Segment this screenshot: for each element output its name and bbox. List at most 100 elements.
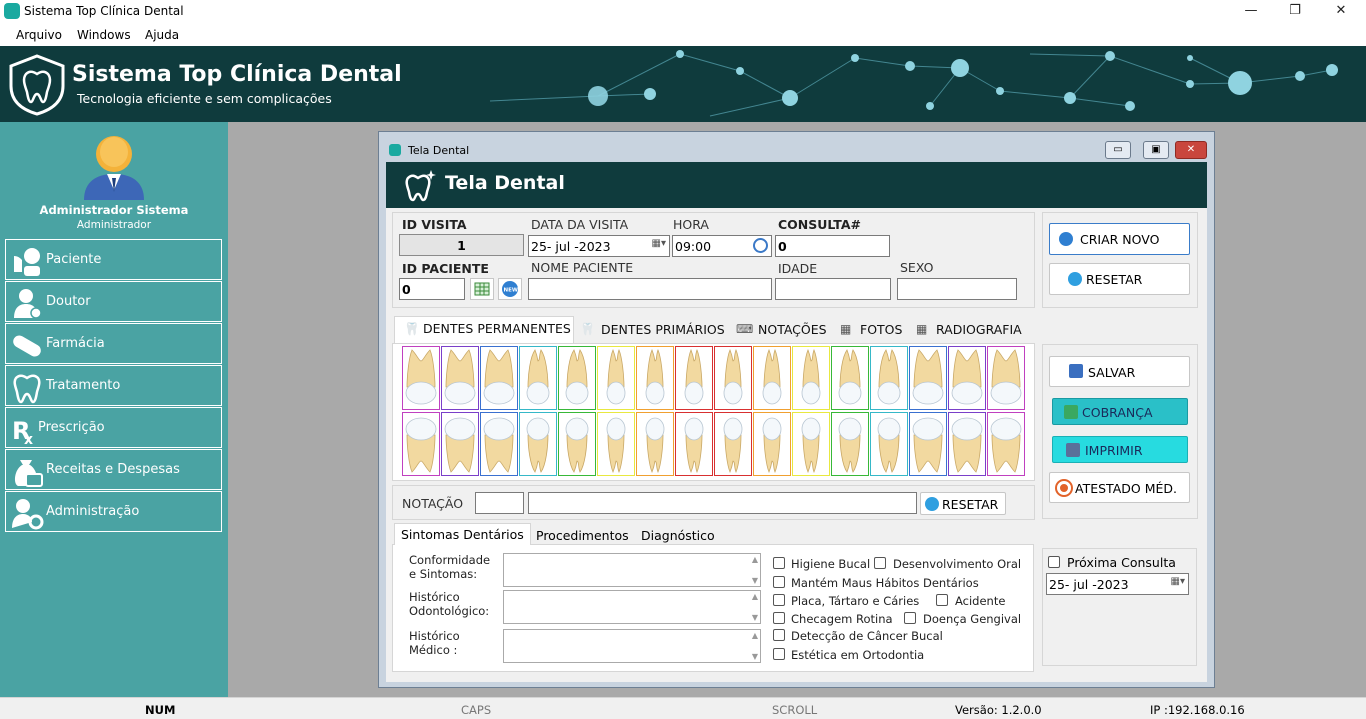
lower-tooth-cell[interactable] <box>519 412 557 476</box>
menu-windows[interactable]: Windows <box>77 28 131 42</box>
lower-tooth-cell[interactable] <box>480 412 518 476</box>
higiene-checkbox[interactable] <box>773 557 785 569</box>
idade-field[interactable] <box>775 278 891 300</box>
lower-tooth-cell[interactable] <box>831 412 869 476</box>
medico-textarea[interactable]: ▲ ▼ <box>503 629 761 663</box>
sidebar-item-prescricao[interactable]: Rx Prescrição <box>5 407 222 448</box>
sidebar-item-tratamento[interactable]: Tratamento <box>5 365 222 406</box>
close-button[interactable]: ✕ <box>1318 0 1364 22</box>
id-paciente-field[interactable]: 0 <box>399 278 465 300</box>
patient-search-button[interactable] <box>470 278 494 300</box>
desenvolvimento-checkbox[interactable] <box>874 557 886 569</box>
window-close-button[interactable]: ✕ <box>1175 141 1207 159</box>
upper-tooth-cell[interactable] <box>909 346 947 410</box>
lower-tooth-cell[interactable] <box>870 412 908 476</box>
acidente-checkbox[interactable] <box>936 594 948 606</box>
gengival-checkbox[interactable] <box>904 612 916 624</box>
lower-tooth-cell[interactable] <box>597 412 635 476</box>
sidebar-item-receitas[interactable]: Receitas e Despesas <box>5 449 222 490</box>
tab-dentes-primarios[interactable]: 🦷 DENTES PRIMÁRIOS <box>578 316 728 343</box>
tab-diagnostico[interactable]: Diagnóstico <box>641 528 715 543</box>
sidebar-item-administracao[interactable]: Administração <box>5 491 222 532</box>
upper-tooth-cell[interactable] <box>870 346 908 410</box>
tab-dentes-permanentes[interactable]: 🦷 DENTES PERMANENTES <box>394 316 574 343</box>
lower-tooth-cell[interactable] <box>948 412 986 476</box>
atestado-button[interactable]: ATESTADO MÉD. <box>1049 472 1190 503</box>
lower-tooth-cell[interactable] <box>753 412 791 476</box>
upper-tooth-cell[interactable] <box>753 346 791 410</box>
lower-tooth-cell[interactable] <box>558 412 596 476</box>
sidebar-item-farmacia[interactable]: Farmácia <box>5 323 222 364</box>
lower-tooth-cell[interactable] <box>714 412 752 476</box>
menu-ajuda[interactable]: Ajuda <box>145 28 179 42</box>
scroll-up-icon[interactable]: ▲ <box>752 555 758 564</box>
menu-arquivo[interactable]: Arquivo <box>16 28 62 42</box>
proxima-consulta-checkbox[interactable] <box>1048 556 1060 568</box>
tab-fotos[interactable]: ▦ FOTOS <box>838 316 908 343</box>
notacao-reset-button[interactable]: RESETAR <box>920 492 1006 515</box>
upper-tooth-cell[interactable] <box>675 346 713 410</box>
maus-habitos-checkbox[interactable] <box>773 576 785 588</box>
upper-tooth-cell[interactable] <box>597 346 635 410</box>
scroll-up-icon[interactable]: ▲ <box>752 631 758 640</box>
tab-notacoes[interactable]: ⌨ NOTAÇÕES <box>734 316 834 343</box>
conformidade-textarea[interactable]: ▲ ▼ <box>503 553 761 587</box>
history-label-3: Histórico Médico : <box>409 629 460 657</box>
placa-checkbox[interactable] <box>773 594 785 606</box>
tab-sintomas[interactable]: Sintomas Dentários <box>394 523 531 545</box>
checagem-checkbox[interactable] <box>773 612 785 624</box>
hora-picker[interactable]: 09:00 <box>672 235 772 257</box>
lower-tooth-cell[interactable] <box>792 412 830 476</box>
lower-tooth-cell[interactable] <box>441 412 479 476</box>
scroll-down-icon[interactable]: ▼ <box>752 576 758 585</box>
window-restore-button[interactable]: ▣ <box>1143 141 1169 159</box>
proxima-consulta-date-picker[interactable]: 25- jul -2023 ▦▾ <box>1046 573 1189 595</box>
sidebar-item-label: Prescrição <box>38 420 105 435</box>
sidebar-item-paciente[interactable]: Paciente <box>5 239 222 280</box>
lower-tooth-cell[interactable] <box>909 412 947 476</box>
upper-tooth-cell[interactable] <box>948 346 986 410</box>
resetar-button[interactable]: RESETAR <box>1049 263 1190 295</box>
imprimir-button[interactable]: IMPRIMIR <box>1052 436 1188 463</box>
sexo-field[interactable] <box>897 278 1017 300</box>
consulta-field[interactable]: 0 <box>775 235 890 257</box>
maximize-button[interactable]: ❐ <box>1272 0 1318 22</box>
odontologico-textarea[interactable]: ▲ ▼ <box>503 590 761 624</box>
minimize-button[interactable]: — <box>1228 0 1274 22</box>
upper-tooth-cell[interactable] <box>480 346 518 410</box>
calendar-dropdown-icon[interactable]: ▦▾ <box>652 238 666 249</box>
upper-tooth-cell[interactable] <box>402 346 440 410</box>
data-visita-picker[interactable]: 25- jul -2023 ▦▾ <box>528 235 670 257</box>
cobranca-button[interactable]: COBRANÇA <box>1052 398 1188 425</box>
sidebar-item-doutor[interactable]: Doutor <box>5 281 222 322</box>
nome-paciente-field[interactable] <box>528 278 772 300</box>
upper-tooth-cell[interactable] <box>441 346 479 410</box>
lower-tooth-icon <box>838 417 862 473</box>
lower-tooth-cell[interactable] <box>987 412 1025 476</box>
tab-procedimentos[interactable]: Procedimentos <box>536 528 629 543</box>
scroll-up-icon[interactable]: ▲ <box>752 592 758 601</box>
calendar-dropdown-icon[interactable]: ▦▾ <box>1171 576 1185 587</box>
notacao-text-field[interactable] <box>528 492 917 514</box>
salvar-button[interactable]: SALVAR <box>1049 356 1190 387</box>
tab-radiografia[interactable]: ▦ RADIOGRAFIA <box>914 316 1026 343</box>
new-patient-button[interactable]: NEW <box>498 278 522 300</box>
estetica-checkbox[interactable] <box>773 648 785 660</box>
lower-tooth-cell[interactable] <box>402 412 440 476</box>
upper-tooth-cell[interactable] <box>792 346 830 410</box>
upper-tooth-cell[interactable] <box>636 346 674 410</box>
clock-icon[interactable] <box>753 238 768 253</box>
lower-tooth-cell[interactable] <box>636 412 674 476</box>
upper-tooth-cell[interactable] <box>987 346 1025 410</box>
cancer-checkbox[interactable] <box>773 629 785 641</box>
scroll-down-icon[interactable]: ▼ <box>752 613 758 622</box>
upper-tooth-cell[interactable] <box>519 346 557 410</box>
criar-novo-button[interactable]: CRIAR NOVO <box>1049 223 1190 255</box>
upper-tooth-cell[interactable] <box>714 346 752 410</box>
lower-tooth-cell[interactable] <box>675 412 713 476</box>
window-minimize-button[interactable]: ▭ <box>1105 141 1131 159</box>
notacao-code-field[interactable] <box>475 492 524 514</box>
upper-tooth-cell[interactable] <box>558 346 596 410</box>
upper-tooth-cell[interactable] <box>831 346 869 410</box>
scroll-down-icon[interactable]: ▼ <box>752 652 758 661</box>
